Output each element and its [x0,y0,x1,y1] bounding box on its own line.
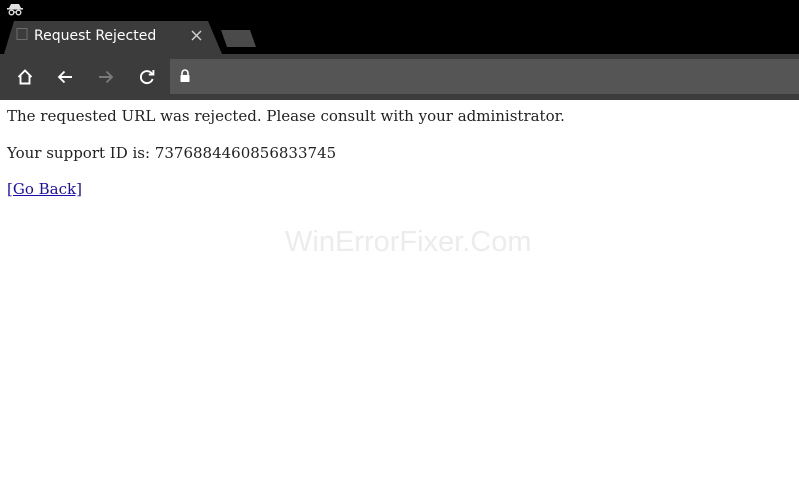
lock-icon [180,69,190,82]
close-tab-icon[interactable] [191,30,202,41]
support-id-text: Your support ID is: 7376884460856833745 [7,144,337,162]
watermark: WinErrorFixer.Com [285,226,532,258]
address-bar[interactable] [170,59,799,94]
url-input[interactable] [198,59,788,94]
incognito-icon [7,4,23,16]
tab-strip: Request Rejected [0,0,799,54]
page-content: The requested URL was rejected. Please c… [0,100,799,486]
tab-request-rejected[interactable]: Request Rejected [4,21,222,54]
home-button[interactable] [13,65,37,89]
reload-icon [140,70,155,85]
page-favicon-icon [16,28,28,40]
go-back-link[interactable]: [Go Back] [7,180,82,198]
forward-button[interactable] [94,65,118,89]
reload-button[interactable] [135,65,159,89]
home-icon [17,69,33,85]
arrow-left-icon [57,70,72,84]
browser-toolbar [0,54,799,100]
new-tab-button[interactable] [221,30,256,47]
rejection-message: The requested URL was rejected. Please c… [7,107,565,125]
back-button[interactable] [53,65,77,89]
arrow-right-icon [99,70,114,84]
tab-title: Request Rejected [34,28,157,44]
